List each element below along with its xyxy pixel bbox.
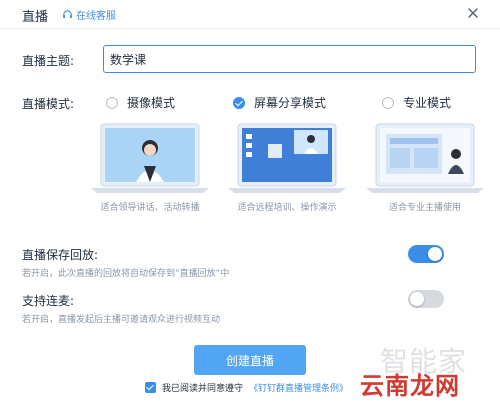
radio-unchecked-icon bbox=[382, 96, 394, 109]
camera-mode-illustration[interactable] bbox=[91, 122, 209, 194]
laptop-screen-share-icon bbox=[228, 123, 346, 193]
mode-screen-share-label: 屏幕分享模式 bbox=[254, 96, 327, 110]
radio-unchecked-icon bbox=[106, 96, 118, 109]
online-service-link[interactable]: 在线客服 bbox=[62, 7, 116, 22]
mode-screen-share-radio[interactable]: 屏幕分享模式 bbox=[233, 94, 326, 111]
create-live-button[interactable]: 创建直播 bbox=[194, 345, 306, 375]
title-divider bbox=[0, 28, 500, 29]
radio-checked-icon bbox=[233, 96, 245, 109]
topic-label: 直播主题: bbox=[22, 54, 75, 68]
camera-mode-caption: 适合领导讲话、活动转播 bbox=[100, 203, 200, 213]
close-icon bbox=[468, 8, 478, 18]
laptop-professional-icon bbox=[366, 123, 484, 193]
toggle-knob bbox=[428, 247, 442, 261]
screen-share-illustration[interactable] bbox=[228, 122, 346, 194]
mode-camera-label: 摄像模式 bbox=[127, 96, 176, 110]
mode-professional-radio[interactable]: 专业模式 bbox=[382, 94, 451, 111]
online-service-label: 在线客服 bbox=[76, 11, 116, 22]
agreement-row: 我已阅读并同意遵守 《钉钉群直播管理条例》 bbox=[145, 381, 348, 394]
window-title: 直播 bbox=[22, 10, 49, 25]
mode-camera-radio[interactable]: 摄像模式 bbox=[106, 94, 175, 111]
toggle-knob bbox=[410, 292, 424, 306]
co-host-toggle[interactable] bbox=[408, 290, 444, 308]
agreement-text: 我已阅读并同意遵守 bbox=[162, 384, 244, 394]
save-replay-description: 若开启，此次直播的回放将自动保存到“直播回放”中 bbox=[22, 269, 230, 279]
professional-mode-caption: 适合专业主播使用 bbox=[388, 203, 461, 213]
co-host-description: 若开启，直播发起后主播可邀请观众进行视频互动 bbox=[22, 315, 221, 325]
laptop-presenter-icon bbox=[91, 123, 209, 193]
mode-label: 直播模式: bbox=[22, 97, 75, 111]
professional-mode-illustration[interactable] bbox=[366, 122, 484, 194]
mode-professional-label: 专业模式 bbox=[403, 96, 452, 110]
screen-share-caption: 适合远程培训、操作演示 bbox=[237, 203, 337, 213]
agreement-link[interactable]: 《钉钉群直播管理条例》 bbox=[249, 381, 348, 394]
watermark-logo-text: 云南龙网 bbox=[360, 372, 460, 400]
co-host-label: 支持连麦: bbox=[22, 294, 75, 308]
save-replay-toggle[interactable] bbox=[408, 245, 444, 263]
headset-icon bbox=[63, 10, 72, 19]
agreement-checkbox[interactable] bbox=[145, 382, 156, 393]
save-replay-label: 直播保存回放: bbox=[22, 248, 99, 262]
title-bar: 直播 在线客服 bbox=[0, 0, 500, 28]
topic-input[interactable] bbox=[103, 45, 476, 73]
close-button[interactable] bbox=[466, 6, 480, 20]
